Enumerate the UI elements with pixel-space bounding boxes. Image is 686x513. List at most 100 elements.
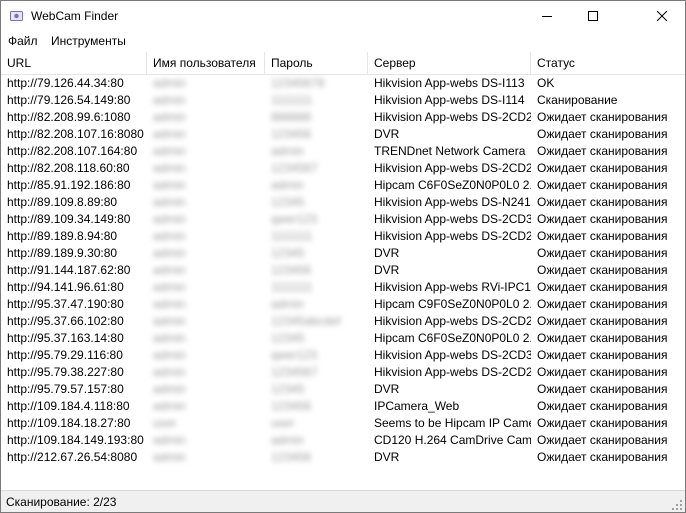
column-header-password[interactable]: Пароль bbox=[265, 52, 368, 74]
cell-url: http://95.79.38.227:80 bbox=[7, 365, 124, 379]
cell-server: Hikvision App-webs DS-2CD2... bbox=[374, 365, 531, 379]
table-row[interactable]: http://82.208.107.16:8080 admin 123456 DVR О… bbox=[1, 126, 685, 143]
cell-server: Hikvision App-webs DS-2CD2... bbox=[374, 314, 531, 328]
cell-password: admin bbox=[271, 433, 304, 447]
table-row[interactable]: http://89.109.8.89:80 admin 12345 Hikvision… bbox=[1, 194, 685, 211]
cell-password: qwer123 bbox=[271, 348, 318, 362]
cell-server: Hikvision App-webs DS-2CD2... bbox=[374, 229, 531, 243]
cell-password: 12345678 bbox=[271, 76, 325, 90]
cell-server: Hipcam C6F0SeZ0N0P0L0 2... bbox=[374, 331, 531, 345]
table-row[interactable]: http://95.37.66.102:80 admin 12345abcdef Hi… bbox=[1, 313, 685, 330]
webcam-app-icon bbox=[10, 11, 23, 21]
table-row[interactable]: http://109.184.18.27:80 user user Seems to … bbox=[1, 415, 685, 432]
maximize-button[interactable] bbox=[570, 1, 616, 31]
cell-password: qwer123 bbox=[271, 212, 318, 226]
cell-url: http://91.144.187.62:80 bbox=[7, 263, 131, 277]
table-row[interactable]: http://89.189.9.30:80 admin 12345 DVR Ожидае… bbox=[1, 245, 685, 262]
cell-status: Ожидает сканирования bbox=[537, 314, 668, 328]
table-row[interactable]: http://95.79.57.157:80 admin 12345 DVR Ожида… bbox=[1, 381, 685, 398]
cell-password: admin bbox=[271, 297, 304, 311]
cell-url: http://89.189.9.30:80 bbox=[7, 246, 118, 260]
cell-username: admin bbox=[153, 229, 186, 243]
cell-server: Hikvision App-webs DS-2CD3... bbox=[374, 212, 531, 226]
cell-status: Ожидает сканирования bbox=[537, 161, 668, 175]
cell-status: Ожидает сканирования bbox=[537, 263, 668, 277]
menu-tools[interactable]: Инструменты bbox=[51, 34, 126, 48]
table-row[interactable]: http://91.144.187.62:80 admin 123456 DVR Ожи… bbox=[1, 262, 685, 279]
cell-server: DVR bbox=[374, 127, 400, 141]
table-row[interactable]: http://89.109.34.149:80 admin qwer123 Hikvi… bbox=[1, 211, 685, 228]
cell-username: admin bbox=[153, 178, 186, 192]
cell-server: Hikvision App-webs DS-N241W bbox=[374, 195, 531, 209]
results-table[interactable]: URL Имя пользователя Пароль Сервер Стату… bbox=[1, 52, 685, 489]
resize-grip-icon[interactable] bbox=[671, 499, 683, 511]
table-row[interactable]: http://109.184.4.118:80 admin 123456 IPCame… bbox=[1, 398, 685, 415]
cell-url: http://82.208.107.164:80 bbox=[7, 144, 138, 158]
cell-url: http://79.126.54.149:80 bbox=[7, 93, 131, 107]
table-row[interactable]: http://85.91.192.186:80 admin admin Hipcam … bbox=[1, 177, 685, 194]
cell-status: Ожидает сканирования bbox=[537, 144, 668, 158]
cell-status: Ожидает сканирования bbox=[537, 127, 668, 141]
cell-password: 12345abcdef bbox=[271, 314, 341, 328]
cell-password: user bbox=[271, 416, 295, 430]
title-bar[interactable]: WebCam Finder bbox=[1, 1, 685, 31]
close-button[interactable] bbox=[639, 1, 685, 31]
cell-status: OK bbox=[537, 76, 555, 90]
cell-url: http://109.184.18.27:80 bbox=[7, 416, 131, 430]
cell-password: 123456 bbox=[271, 263, 312, 277]
cell-url: http://109.184.149.193:80 bbox=[7, 433, 144, 447]
table-row[interactable]: http://79.126.54.149:80 admin 1111111 Hikvi… bbox=[1, 92, 685, 109]
cell-server: Hipcam C6F0SeZ0N0P0L0 2... bbox=[374, 178, 531, 192]
table-row[interactable]: http://109.184.149.193:80 admin admin CD120… bbox=[1, 432, 685, 449]
cell-password: 1111111 bbox=[271, 229, 313, 243]
column-header-server[interactable]: Сервер bbox=[368, 52, 531, 74]
cell-server: Hipcam C9F0SeZ0N0P0L0 2... bbox=[374, 297, 531, 311]
cell-username: admin bbox=[153, 93, 186, 107]
cell-password: 1111111 bbox=[271, 93, 313, 107]
column-header-username[interactable]: Имя пользователя bbox=[147, 52, 265, 74]
table-row[interactable]: http://89.189.8.94:80 admin 1111111 Hikvisi… bbox=[1, 228, 685, 245]
cell-status: Ожидает сканирования bbox=[537, 416, 668, 430]
cell-server: DVR bbox=[374, 382, 400, 396]
cell-status: Ожидает сканирования bbox=[537, 246, 668, 260]
cell-url: http://94.141.96.61:80 bbox=[7, 280, 124, 294]
cell-url: http://109.184.4.118:80 bbox=[7, 399, 130, 413]
cell-url: http://212.67.26.54:8080 bbox=[7, 450, 138, 464]
cell-password: 12345 bbox=[271, 382, 305, 396]
table-row[interactable]: http://95.37.163.14:80 admin 12345 Hipcam C… bbox=[1, 330, 685, 347]
cell-server: CD120 H.264 CamDrive Cam... bbox=[374, 433, 531, 447]
cell-url: http://95.79.29.116:80 bbox=[7, 348, 123, 362]
cell-username: user bbox=[153, 416, 177, 430]
table-row[interactable]: http://82.208.99.6:1080 admin 888888 Hikvis… bbox=[1, 109, 685, 126]
cell-username: admin bbox=[153, 399, 186, 413]
table-row[interactable]: http://82.208.118.60:80 admin 1234567 Hikvi… bbox=[1, 160, 685, 177]
cell-url: http://82.208.107.16:8080 bbox=[7, 127, 144, 141]
cell-server: Hikvision App-webs DS-I113 bbox=[374, 76, 525, 90]
minimize-button[interactable] bbox=[524, 1, 570, 31]
column-header-status[interactable]: Статус bbox=[531, 52, 685, 74]
cell-server: Hikvision App-webs DS-2CD2... bbox=[374, 161, 531, 175]
menu-file[interactable]: Файл bbox=[8, 34, 38, 48]
cell-username: admin bbox=[153, 212, 186, 226]
table-row[interactable]: http://79.126.44.34:80 admin 12345678 Hikvi… bbox=[1, 75, 685, 92]
cell-password: 1234567 bbox=[271, 161, 318, 175]
status-bar: Сканирование: 2/23 bbox=[1, 490, 685, 512]
cell-server: Seems to be Hipcam IP Camera bbox=[374, 416, 531, 430]
column-header-url[interactable]: URL bbox=[1, 52, 147, 74]
cell-server: Hikvision App-webs DS-2CD2... bbox=[374, 110, 531, 124]
table-body: http://79.126.44.34:80 admin 12345678 Hikvi… bbox=[1, 75, 685, 466]
cell-server: DVR bbox=[374, 246, 400, 260]
table-header: URL Имя пользователя Пароль Сервер Стату… bbox=[1, 52, 685, 75]
cell-username: admin bbox=[153, 110, 186, 124]
table-row[interactable]: http://212.67.26.54:8080 admin 123456 DVR Ож… bbox=[1, 449, 685, 466]
table-row[interactable]: http://94.141.96.61:80 admin 1111111 Hikvis… bbox=[1, 279, 685, 296]
table-row[interactable]: http://95.79.38.227:80 admin 1234567 Hikvis… bbox=[1, 364, 685, 381]
cell-server: IPCamera_Web bbox=[374, 399, 460, 413]
cell-url: http://89.189.8.94:80 bbox=[7, 229, 118, 243]
table-row[interactable]: http://95.37.47.190:80 admin admin Hipcam C… bbox=[1, 296, 685, 313]
cell-username: admin bbox=[153, 348, 186, 362]
cell-status: Сканирование bbox=[537, 93, 618, 107]
table-row[interactable]: http://95.79.29.116:80 admin qwer123 Hikvis… bbox=[1, 347, 685, 364]
table-row[interactable]: http://82.208.107.164:80 admin admin TRENDn… bbox=[1, 143, 685, 160]
cell-url: http://89.109.34.149:80 bbox=[7, 212, 131, 226]
